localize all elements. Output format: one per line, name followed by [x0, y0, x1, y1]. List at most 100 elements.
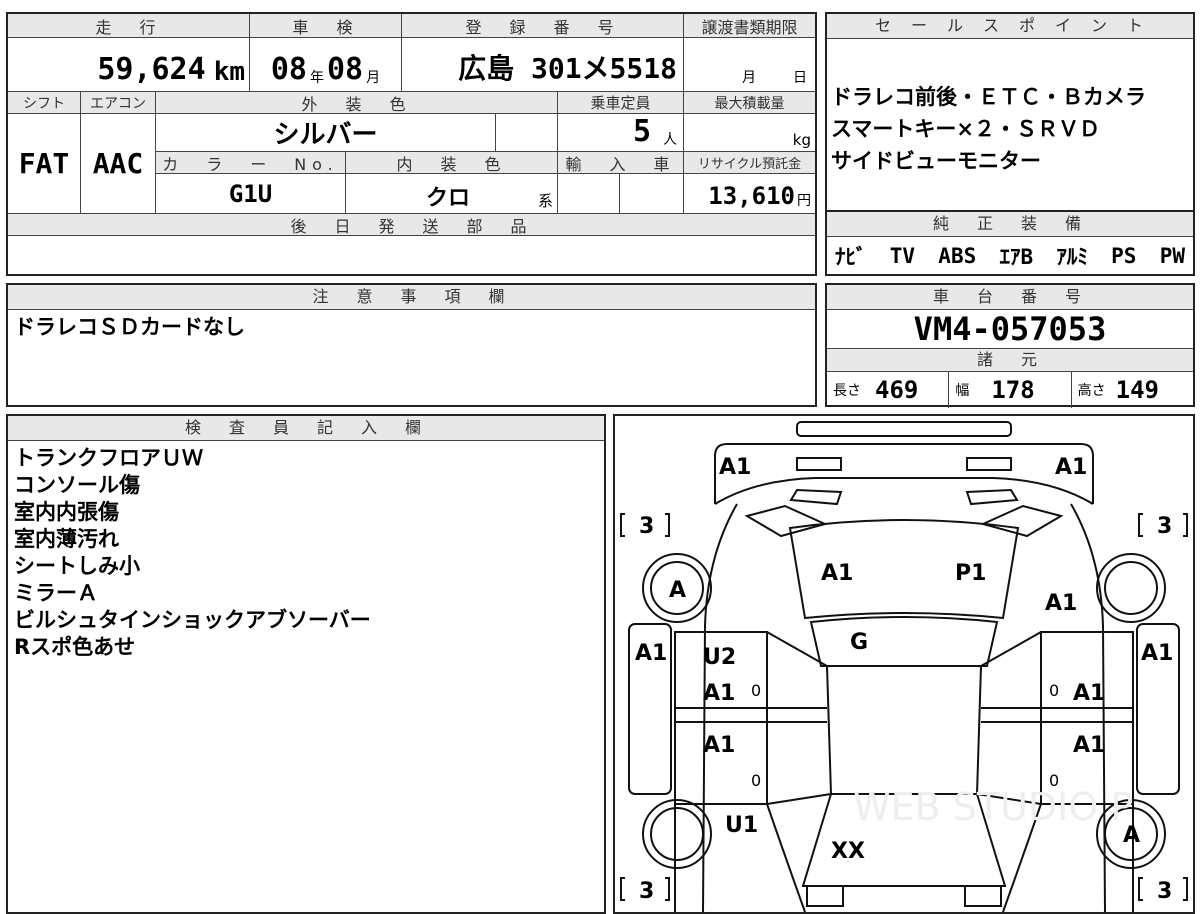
inspector-box: 検 査 員 記 入 欄 トランクフロアＵＷ コンソール傷 室内内張傷 室内薄汚れ… — [6, 414, 606, 914]
damage-diagram-box: WEB STUDIO P A1 A1 3 3 3 3 A A A1 P1 A1 … — [613, 414, 1195, 914]
color-no-value: G1U — [156, 174, 346, 214]
capacity-cell: 5 人 — [558, 114, 684, 152]
equipment-item-airbag: ｴｱB — [999, 245, 1034, 269]
interior-color-cell: クロ 系 — [346, 174, 558, 214]
mileage-unit: km — [213, 57, 245, 87]
mark-rear-door-right: A1 — [1073, 681, 1105, 706]
notes-text: ドラレコＳＤカードなし — [14, 315, 245, 339]
max-load-header: 最大積載量 — [684, 92, 815, 114]
exterior-color-value: シルバー — [273, 120, 378, 150]
recycle-unit: 円 — [797, 193, 811, 209]
interior-color-suffix: 系 — [537, 192, 553, 210]
car-diagram: WEB STUDIO P A1 A1 3 3 3 3 A A A1 P1 A1 … — [620, 421, 1188, 912]
spec-width: 幅 178 — [949, 372, 1072, 408]
mark-rear-door-left: A1 — [703, 681, 735, 706]
equipment-item-ps: PS — [1111, 244, 1137, 268]
transfer-month-unit: 月 — [742, 70, 756, 86]
inspection-month-unit: 月 — [366, 70, 381, 86]
spec-height-value: 149 — [1115, 376, 1160, 404]
capacity-value: 5 — [632, 114, 651, 149]
mark-side-left: A1 — [635, 641, 667, 666]
mark-front-door-left: A1 — [703, 733, 735, 758]
spec-header: 諸 元 — [827, 349, 1193, 372]
shift-header: シフト — [8, 92, 81, 114]
chassis-header: 車 台 番 号 — [827, 285, 1193, 310]
mark-rear-right: A1 — [1055, 455, 1087, 480]
mark-fender-left: U1 — [725, 813, 758, 838]
mark-side-right: A1 — [1141, 641, 1173, 666]
mark-trunk-right: P1 — [955, 561, 986, 586]
mileage-header: 走 行 — [8, 14, 250, 38]
exterior-color-cell: シルバー — [156, 114, 496, 152]
inspector-line: トランクフロアＵＷ — [14, 446, 203, 470]
equipment-item-navi: ﾅﾋﾞ — [835, 245, 867, 269]
mark-wheel-rear-left: A — [669, 578, 686, 603]
registration-cell: 広島 301メ5518 — [402, 38, 684, 92]
transfer-deadline-cell: 月 日 — [684, 38, 815, 92]
inspector-line: Rスポ色あせ — [14, 635, 136, 659]
wheel-rear-right — [1096, 553, 1166, 623]
mark-door-zero: 0 — [751, 681, 761, 700]
sales-point-line-2: スマートキー×２・ＳＲＶＤ — [831, 117, 1100, 141]
mark-rear-door-left-top: U2 — [703, 645, 736, 670]
inspector-line: 室内薄汚れ — [14, 527, 119, 551]
spec-width-value: 178 — [991, 376, 1035, 404]
import-cell-b — [620, 174, 684, 214]
spec-length-value: 469 — [875, 376, 919, 404]
registration-value: 広島 301メ5518 — [458, 52, 677, 85]
rear-body-outline — [714, 443, 1094, 504]
interior-color-header: 内 装 色 — [346, 152, 558, 174]
transfer-deadline-header: 譲渡書類期限 — [684, 14, 815, 38]
equipment-box: 純 正 装 備 ﾅﾋﾞ TV ABS ｴｱB ｱﾙﾐ PS PW — [825, 210, 1195, 276]
inspector-line: ビルシュタインショックアブソーバー — [14, 608, 371, 632]
inspector-line: ミラーＡ — [14, 581, 98, 605]
tire-grade-front-left: 3 — [639, 879, 654, 904]
mileage-value: 59,624 — [97, 52, 206, 87]
equipment-list: ﾅﾋﾞ TV ABS ｴｱB ｱﾙﾐ PS PW — [827, 237, 1193, 275]
equipment-item-tv: TV — [889, 244, 916, 268]
import-cell-a — [558, 174, 620, 214]
color-no-header: カ ラ ー No. — [156, 152, 346, 174]
spec-height: 高さ 149 — [1072, 372, 1193, 408]
tire-grade-rear-right: 3 — [1157, 514, 1172, 539]
import-header: 輸 入 車 — [558, 152, 684, 174]
mark-quarter-right: A1 — [1045, 591, 1077, 616]
spec-height-label: 高さ — [1077, 383, 1106, 399]
equipment-item-abs: ABS — [938, 244, 977, 268]
recycle-cell: 13,610 円 — [684, 174, 815, 214]
mark-roof: G — [850, 630, 868, 655]
mark-front-door-right: A1 — [1073, 733, 1105, 758]
ac-value: AAC — [81, 114, 156, 214]
notes-box: 注 意 事 項 欄 ドラレコＳＤカードなし — [6, 283, 817, 407]
inspection-month: 08 — [327, 52, 364, 87]
tire-grade-rear-left: 3 — [639, 514, 654, 539]
inspection-year: 08 — [270, 52, 307, 87]
mark-wheel-front-right: A — [1123, 823, 1140, 848]
inspector-line: 室内内張傷 — [14, 500, 119, 524]
registration-header: 登 録 番 号 — [402, 14, 684, 38]
watermark: WEB STUDIO P — [853, 785, 1133, 829]
vehicle-info-table: 走 行 車 検 登 録 番 号 譲渡書類期限 59,624 km 08 年 08… — [6, 12, 817, 276]
later-parts-body — [8, 236, 815, 274]
inspector-line: シートしみ小 — [14, 554, 140, 578]
capacity-unit: 人 — [663, 132, 677, 148]
rear-bumper-shape — [796, 421, 1012, 437]
capacity-header: 乗車定員 — [558, 92, 684, 114]
mark-door-zero: 0 — [1049, 771, 1059, 790]
equipment-item-alloy: ｱﾙﾐ — [1056, 245, 1088, 269]
sales-points-box: セ ー ル ス ポ イ ン ト ドラレコ前後・ＥＴＣ・Ｂカメラ スマートキー×２… — [825, 12, 1195, 212]
cabin-shape — [825, 665, 983, 795]
equipment-item-pw: PW — [1159, 244, 1185, 268]
spec-length: 長さ 469 — [827, 372, 950, 408]
inspector-lines: トランクフロアＵＷ コンソール傷 室内内張傷 室内薄汚れ シートしみ小 ミラーＡ… — [8, 441, 604, 661]
mark-trunk-left: A1 — [821, 561, 853, 586]
ac-header: エアコン — [81, 92, 156, 114]
notes-header: 注 意 事 項 欄 — [8, 285, 815, 310]
shift-value: FAT — [8, 114, 81, 214]
equipment-header: 純 正 装 備 — [827, 212, 1193, 237]
max-load-unit: kg — [792, 131, 811, 149]
sales-points-body: ドラレコ前後・ＥＴＣ・Ｂカメラ スマートキー×２・ＳＲＶＤ サイドビューモニター — [827, 39, 1193, 177]
mark-door-zero: 0 — [751, 771, 761, 790]
sales-points-header: セ ー ル ス ポ イ ン ト — [827, 14, 1193, 39]
wheel-front-left — [642, 799, 712, 869]
